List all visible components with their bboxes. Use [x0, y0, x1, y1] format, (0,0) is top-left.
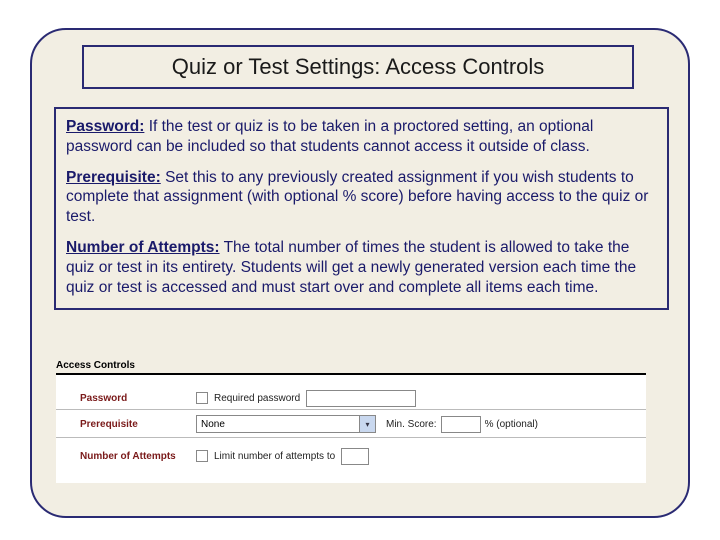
desc-password-label: Password:: [66, 118, 144, 135]
password-row: Password Required password: [56, 389, 416, 407]
attempts-checkbox[interactable]: [196, 450, 208, 462]
divider: [56, 437, 646, 438]
chevron-down-icon: ▾: [359, 416, 375, 432]
min-score-label: Min. Score:: [386, 419, 437, 430]
min-score-input[interactable]: [441, 416, 481, 433]
password-input[interactable]: [306, 390, 416, 407]
desc-attempts-label: Number of Attempts:: [66, 239, 220, 256]
prerequisite-select-value: None: [201, 419, 225, 430]
password-checkbox-label: Required password: [214, 393, 300, 404]
password-checkbox[interactable]: [196, 392, 208, 404]
prerequisite-field-label: Prerequisite: [56, 419, 196, 430]
min-score-suffix: % (optional): [485, 419, 538, 430]
desc-attempts: Number of Attempts: The total number of …: [66, 238, 657, 297]
desc-password-text: If the test or quiz is to be taken in a …: [66, 118, 593, 155]
prerequisite-row: Prerequisite None ▾ Min. Score: % (optio…: [56, 415, 538, 433]
desc-prerequisite: Prerequisite: Set this to any previously…: [66, 168, 657, 227]
access-controls-form: Password Required password Prerequisite …: [56, 373, 646, 483]
form-section-header: Access Controls: [56, 360, 135, 371]
divider: [56, 409, 646, 410]
title-text: Quiz or Test Settings: Access Controls: [172, 54, 545, 80]
password-field-label: Password: [56, 393, 196, 404]
attempts-row: Number of Attempts Limit number of attem…: [56, 447, 369, 465]
attempts-input[interactable]: [341, 448, 369, 465]
description-box: Password: If the test or quiz is to be t…: [54, 107, 669, 310]
desc-password: Password: If the test or quiz is to be t…: [66, 117, 657, 157]
attempts-field-label: Number of Attempts: [56, 451, 196, 462]
attempts-checkbox-label: Limit number of attempts to: [214, 451, 335, 462]
page-title: Quiz or Test Settings: Access Controls: [82, 45, 634, 89]
prerequisite-select[interactable]: None ▾: [196, 415, 376, 433]
desc-prerequisite-label: Prerequisite:: [66, 169, 161, 186]
